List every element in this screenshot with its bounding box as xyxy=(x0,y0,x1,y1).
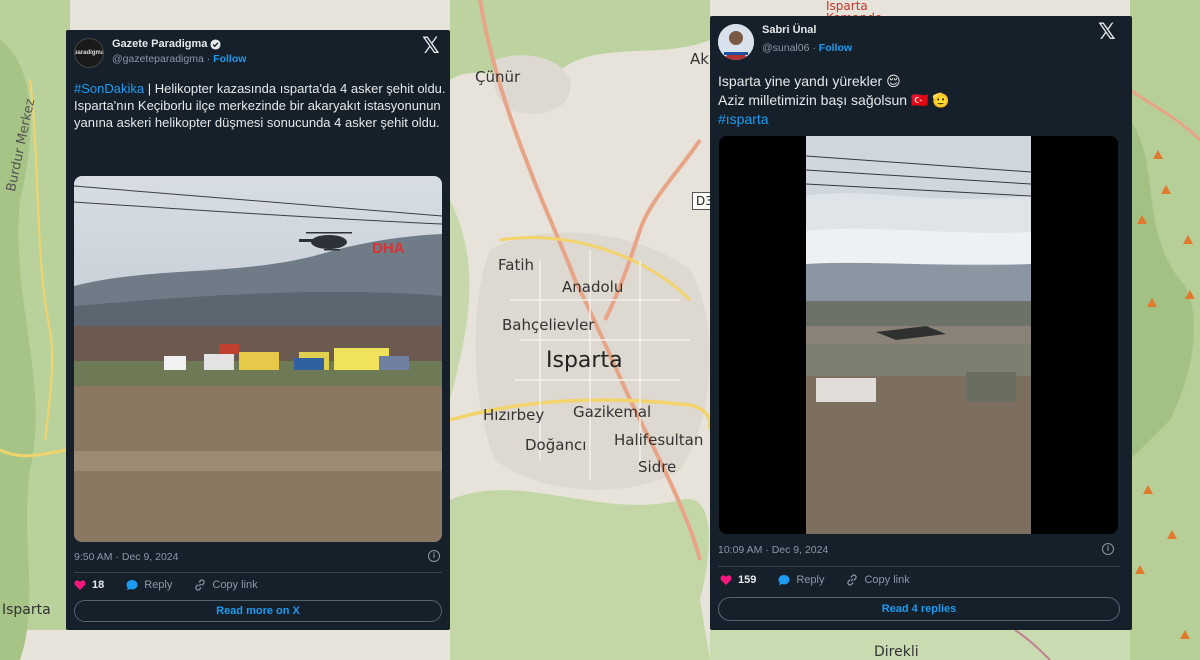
verified-badge-icon xyxy=(210,38,221,50)
tweet-text: Isparta yine yandı yürekler 😌 Aziz mille… xyxy=(718,72,1124,129)
display-name[interactable]: Gazete Paradigma xyxy=(112,38,207,50)
map-label-isparta-road: Isparta xyxy=(2,602,51,618)
timestamp[interactable]: 10:09 AM · Dec 9, 2024 xyxy=(718,544,828,556)
handle-line: @sunal06 · Follow xyxy=(762,42,852,54)
avatar-image xyxy=(718,24,754,60)
avatar[interactable]: paradigma xyxy=(74,38,104,68)
divider xyxy=(718,566,1120,567)
copy-link-label: Copy link xyxy=(864,574,910,586)
x-logo-icon[interactable]: 𝕏 xyxy=(422,34,440,59)
display-name-row: Sabri Ünal xyxy=(762,24,852,36)
like-count: 159 xyxy=(738,574,757,586)
like-button[interactable]: 159 xyxy=(720,574,756,586)
copy-link-button[interactable]: Copy link xyxy=(846,574,910,586)
reply-bubble-icon xyxy=(778,575,790,586)
display-name-row: Gazete Paradigma xyxy=(112,38,246,50)
tweet-text-line2: Aziz milletimizin başı sağolsun 🇹🇷 🫡 xyxy=(718,92,950,108)
tweet-header: paradigma Gazete Paradigma @gazeteparadi… xyxy=(74,38,246,68)
map-label-cunur: Çünür xyxy=(475,68,521,86)
tweet-actions: 18 Reply Copy link xyxy=(74,579,280,591)
x-logo-icon[interactable]: 𝕏 xyxy=(1098,20,1116,45)
info-icon[interactable]: i xyxy=(428,550,440,562)
map-label-anadolu: Anadolu xyxy=(562,278,624,296)
map-label-doganci: Doğancı xyxy=(525,436,587,454)
map-label-direkli: Direkli xyxy=(874,644,919,660)
heart-icon xyxy=(74,580,86,590)
like-button[interactable]: 18 xyxy=(74,579,104,591)
map-label-isparta-city: Isparta xyxy=(546,348,623,373)
map-label-fatih: Fatih xyxy=(498,256,534,274)
info-icon[interactable]: i xyxy=(1102,543,1114,555)
tweet-text-paragraph2: Isparta'nın Keçiborlu ilçe merkezinde bi… xyxy=(74,98,441,130)
avatar-text: paradigma xyxy=(74,50,104,56)
author-names: Sabri Ünal @sunal06 · Follow xyxy=(762,24,852,54)
video-frame-crash-site xyxy=(719,136,1118,534)
copy-link-button[interactable]: Copy link xyxy=(194,579,258,591)
tweet-video[interactable] xyxy=(719,136,1118,534)
reply-button[interactable]: Reply xyxy=(778,574,824,586)
map-label-sidre: Sidre xyxy=(638,458,677,476)
follow-button[interactable]: Follow xyxy=(213,53,246,65)
tweet-card-sabri-unal: Sabri Ünal @sunal06 · Follow 𝕏 Isparta y… xyxy=(710,16,1132,630)
avatar[interactable] xyxy=(718,24,754,60)
reply-label: Reply xyxy=(796,574,825,586)
map-label-hizirbey: Hızırbey xyxy=(483,406,545,424)
tweet-card-gazete-paradigma: paradigma Gazete Paradigma @gazeteparadi… xyxy=(66,30,450,630)
map-label-bahcelievler: Bahçelievler xyxy=(502,316,595,334)
tweet-text-line1: Isparta yine yandı yürekler 😌 xyxy=(718,73,901,89)
reply-button[interactable]: Reply xyxy=(126,579,172,591)
hashtag-link[interactable]: #SonDakika xyxy=(74,81,144,96)
map-label-gazikemal: Gazikemal xyxy=(573,403,652,421)
divider xyxy=(74,572,442,573)
reply-label: Reply xyxy=(144,579,173,591)
author-names: Gazete Paradigma @gazeteparadigma · Foll… xyxy=(112,38,246,65)
display-name[interactable]: Sabri Ünal xyxy=(762,24,816,36)
handle[interactable]: @gazeteparadigma xyxy=(112,53,204,65)
tweet-text: #SonDakika | Helikopter kazasında ıspart… xyxy=(74,80,446,131)
video-watermark: DHA xyxy=(372,240,405,257)
copy-link-label: Copy link xyxy=(212,579,258,591)
handle-line: @gazeteparadigma · Follow xyxy=(112,53,246,65)
link-icon xyxy=(847,574,858,586)
tweet-header: Sabri Ünal @sunal06 · Follow xyxy=(718,24,852,60)
follow-button[interactable]: Follow xyxy=(819,42,852,54)
tweet-text-line1: | Helikopter kazasında ısparta'da 4 aske… xyxy=(144,81,446,96)
link-icon xyxy=(195,579,206,591)
tweet-actions: 159 Reply Copy link xyxy=(720,574,932,586)
tweet-video[interactable]: DHA xyxy=(74,176,442,542)
read-more-button[interactable]: Read more on X xyxy=(74,600,442,622)
like-count: 18 xyxy=(92,579,105,591)
reply-bubble-icon xyxy=(126,580,138,591)
hashtag-link[interactable]: #ısparta xyxy=(718,110,1124,129)
timestamp[interactable]: 9:50 AM · Dec 9, 2024 xyxy=(74,551,178,563)
map-label-ak: Ak xyxy=(690,50,709,68)
read-replies-button[interactable]: Read 4 replies xyxy=(718,597,1120,621)
map-label-halifesultan: Halifesultan xyxy=(614,431,704,449)
handle[interactable]: @sunal06 xyxy=(762,42,809,54)
heart-icon xyxy=(720,575,732,585)
video-frame-helicopter: DHA xyxy=(74,176,442,542)
